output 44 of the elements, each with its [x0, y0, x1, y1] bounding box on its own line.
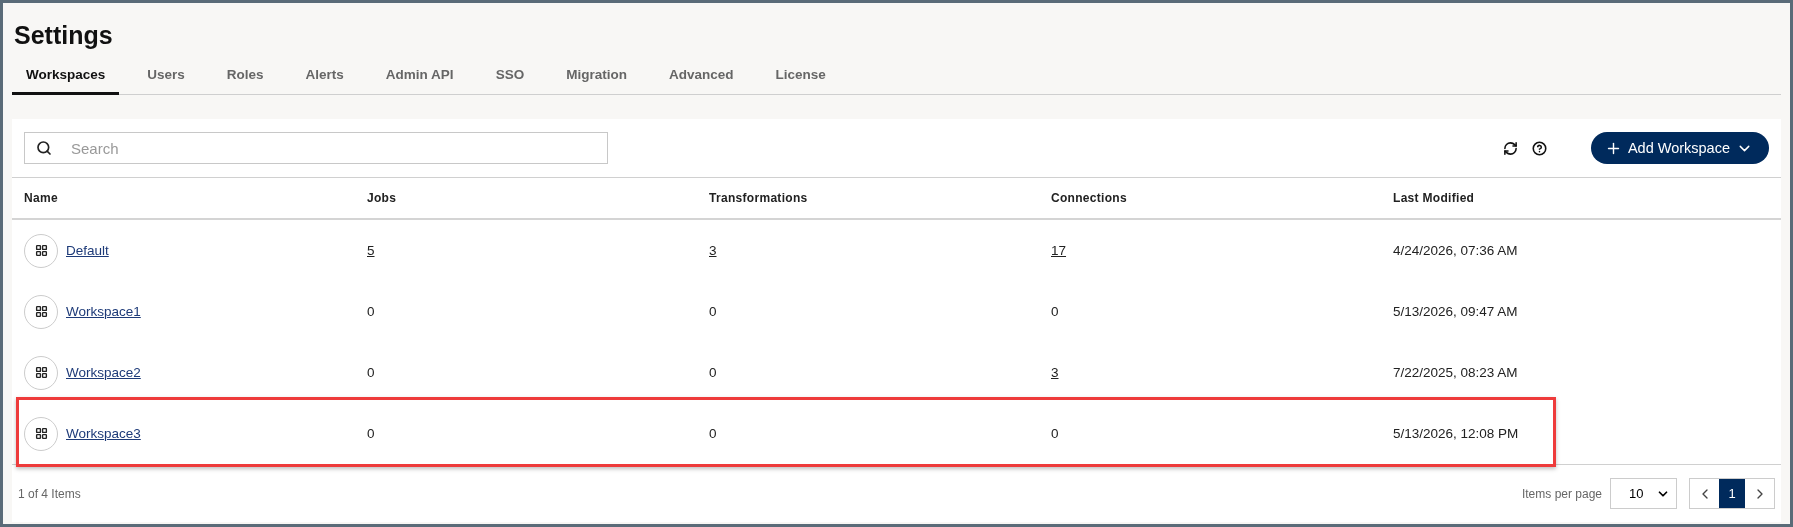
refresh-button[interactable]	[1502, 140, 1518, 156]
items-per-page-select[interactable]: 10	[1610, 478, 1677, 509]
connections-count: 0	[1051, 426, 1059, 441]
last-modified: 5/13/2026, 09:47 AM	[1393, 304, 1518, 319]
items-per-page-label: Items per page	[1521, 486, 1602, 501]
connections-link[interactable]: 3	[1051, 365, 1059, 380]
connections-link[interactable]: 17	[1051, 243, 1067, 258]
tab[interactable]: Alerts	[291, 64, 358, 95]
page-title: Settings	[14, 21, 114, 50]
column-header: Name	[24, 191, 59, 205]
jobs-count: 0	[367, 426, 375, 441]
add-workspace-button[interactable]: Add Workspace	[1590, 132, 1769, 164]
connections-count: 0	[1051, 304, 1059, 319]
page-button[interactable]: 1	[1719, 479, 1745, 508]
last-modified: 5/13/2026, 12:08 PM	[1393, 426, 1519, 441]
tab[interactable]: Roles	[212, 64, 278, 95]
item-count: 1 of 4 Items	[18, 486, 81, 501]
workspace-link[interactable]: Workspace2	[66, 365, 141, 380]
jobs-count: 0	[367, 304, 375, 319]
transformations-count: 0	[709, 426, 717, 441]
tab[interactable]: SSO	[481, 64, 539, 95]
search-field[interactable]: Search	[24, 132, 608, 164]
jobs-count: 0	[367, 365, 375, 380]
column-header: Connections	[1051, 191, 1128, 205]
column-header: Jobs	[367, 191, 398, 205]
workspace-link[interactable]: Default	[66, 243, 109, 258]
last-modified: 7/22/2025, 08:23 AM	[1393, 365, 1518, 380]
jobs-link[interactable]: 5	[367, 243, 375, 258]
transformations-count: 0	[709, 365, 717, 380]
workspace-link[interactable]: Workspace3	[66, 426, 141, 441]
search-icon	[36, 140, 52, 156]
transformations-count: 0	[709, 304, 717, 319]
help-button[interactable]	[1531, 140, 1547, 156]
tab[interactable]: License	[761, 64, 840, 95]
tab[interactable]: Workspaces	[12, 64, 120, 95]
tab[interactable]: Admin API	[371, 64, 468, 95]
tab[interactable]: Advanced	[654, 64, 748, 95]
column-header: Last Modified	[1393, 191, 1476, 205]
last-modified: 4/24/2026, 07:36 AM	[1393, 243, 1518, 258]
column-header: Transformations	[709, 191, 809, 205]
transformations-link[interactable]: 3	[709, 243, 717, 258]
workspace-link[interactable]: Workspace1	[66, 304, 141, 319]
tab[interactable]: Users	[133, 64, 199, 95]
tab[interactable]: Migration	[552, 64, 641, 95]
